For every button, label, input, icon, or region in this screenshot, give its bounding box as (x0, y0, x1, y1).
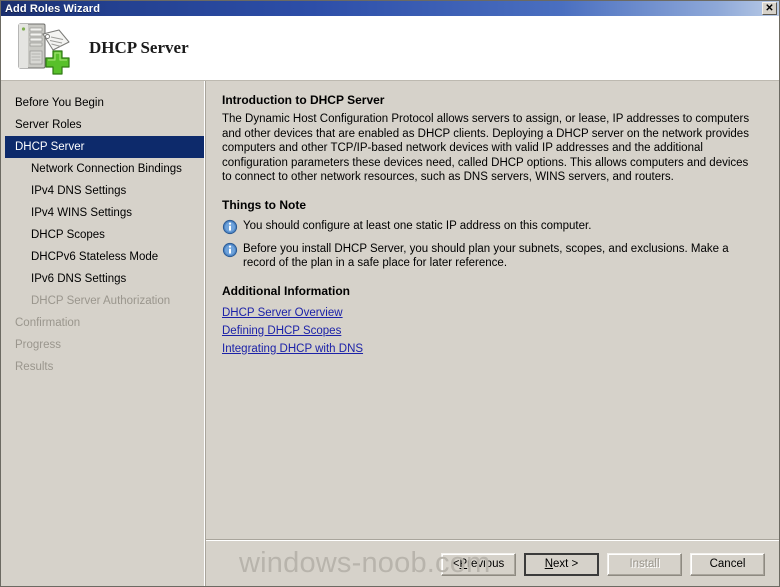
wizard-body: Before You Begin Server Roles DHCP Serve… (1, 81, 779, 586)
wizard-content-pane: Introduction to DHCP Server The Dynamic … (205, 81, 779, 586)
window-titlebar: Add Roles Wizard ✕ (1, 1, 779, 16)
sidebar-item-dhcp-server-authorization: DHCP Server Authorization (31, 295, 171, 307)
sidebar-item-dhcp-server[interactable]: DHCP Server (5, 136, 204, 158)
additional-information-heading: Additional Information (222, 283, 350, 298)
sidebar-item-ipv4-wins-settings[interactable]: IPv4 WINS Settings (1, 202, 204, 224)
sidebar-item-server-roles[interactable]: Server Roles (1, 114, 204, 136)
intro-paragraph: The Dynamic Host Configuration Protocol … (222, 113, 750, 183)
sidebar-item-before-you-begin[interactable]: Before You Begin (1, 92, 204, 114)
wizard-step-sidebar: Before You Begin Server Roles DHCP Serve… (1, 81, 205, 586)
wizard-button-bar: < Previous Next > Install Cancel (206, 541, 779, 586)
note-item: You should configure at least one static… (222, 219, 763, 235)
link-dhcp-server-overview[interactable]: DHCP Server Overview (222, 304, 343, 322)
sidebar-item-progress: Progress (15, 339, 62, 351)
sidebar-item-dhcpv6-stateless-mode[interactable]: DHCPv6 Stateless Mode (1, 246, 204, 268)
previous-button[interactable]: < Previous (441, 552, 516, 576)
info-icon (222, 219, 238, 235)
previous-button-accel: P (459, 558, 468, 570)
content-scroll-area: Introduction to DHCP Server The Dynamic … (206, 81, 779, 539)
sidebar-item-confirmation: Confirmation (15, 317, 81, 329)
next-button[interactable]: Next > (524, 552, 599, 576)
close-icon[interactable]: ✕ (762, 2, 777, 15)
link-defining-dhcp-scopes[interactable]: Defining DHCP Scopes (222, 322, 341, 340)
sidebar-item-results: Results (15, 361, 54, 373)
sidebar-item-dhcp-scopes[interactable]: DHCP Scopes (1, 224, 204, 246)
next-button-suffix: ext > (553, 558, 579, 570)
previous-button-suffix: revious (467, 558, 505, 570)
window-title: Add Roles Wizard (5, 2, 101, 15)
note-text: You should configure at least one static… (243, 219, 592, 232)
page-title: DHCP Server (89, 38, 189, 57)
intro-heading: Introduction to DHCP Server (222, 93, 385, 107)
cancel-button[interactable]: Cancel (690, 552, 765, 576)
add-roles-wizard-window: Add Roles Wizard ✕ DHCP Server Before Yo… (0, 0, 780, 587)
note-item: Before you install DHCP Server, you shou… (222, 242, 763, 271)
sidebar-item-ipv4-dns-settings[interactable]: IPv4 DNS Settings (1, 180, 204, 202)
dhcp-server-add-icon (13, 20, 73, 76)
note-text: Before you install DHCP Server, you shou… (243, 242, 729, 270)
info-icon (222, 242, 238, 258)
sidebar-item-ipv6-dns-settings[interactable]: IPv6 DNS Settings (1, 268, 204, 290)
sidebar-item-network-connection-bindings[interactable]: Network Connection Bindings (1, 158, 204, 180)
install-button: Install (607, 552, 682, 576)
previous-button-label: < (452, 558, 460, 570)
things-to-note-heading: Things to Note (222, 197, 306, 212)
link-integrating-dhcp-with-dns[interactable]: Integrating DHCP with DNS (222, 340, 363, 358)
next-button-accel: N (544, 558, 554, 570)
wizard-header: DHCP Server (1, 16, 779, 81)
